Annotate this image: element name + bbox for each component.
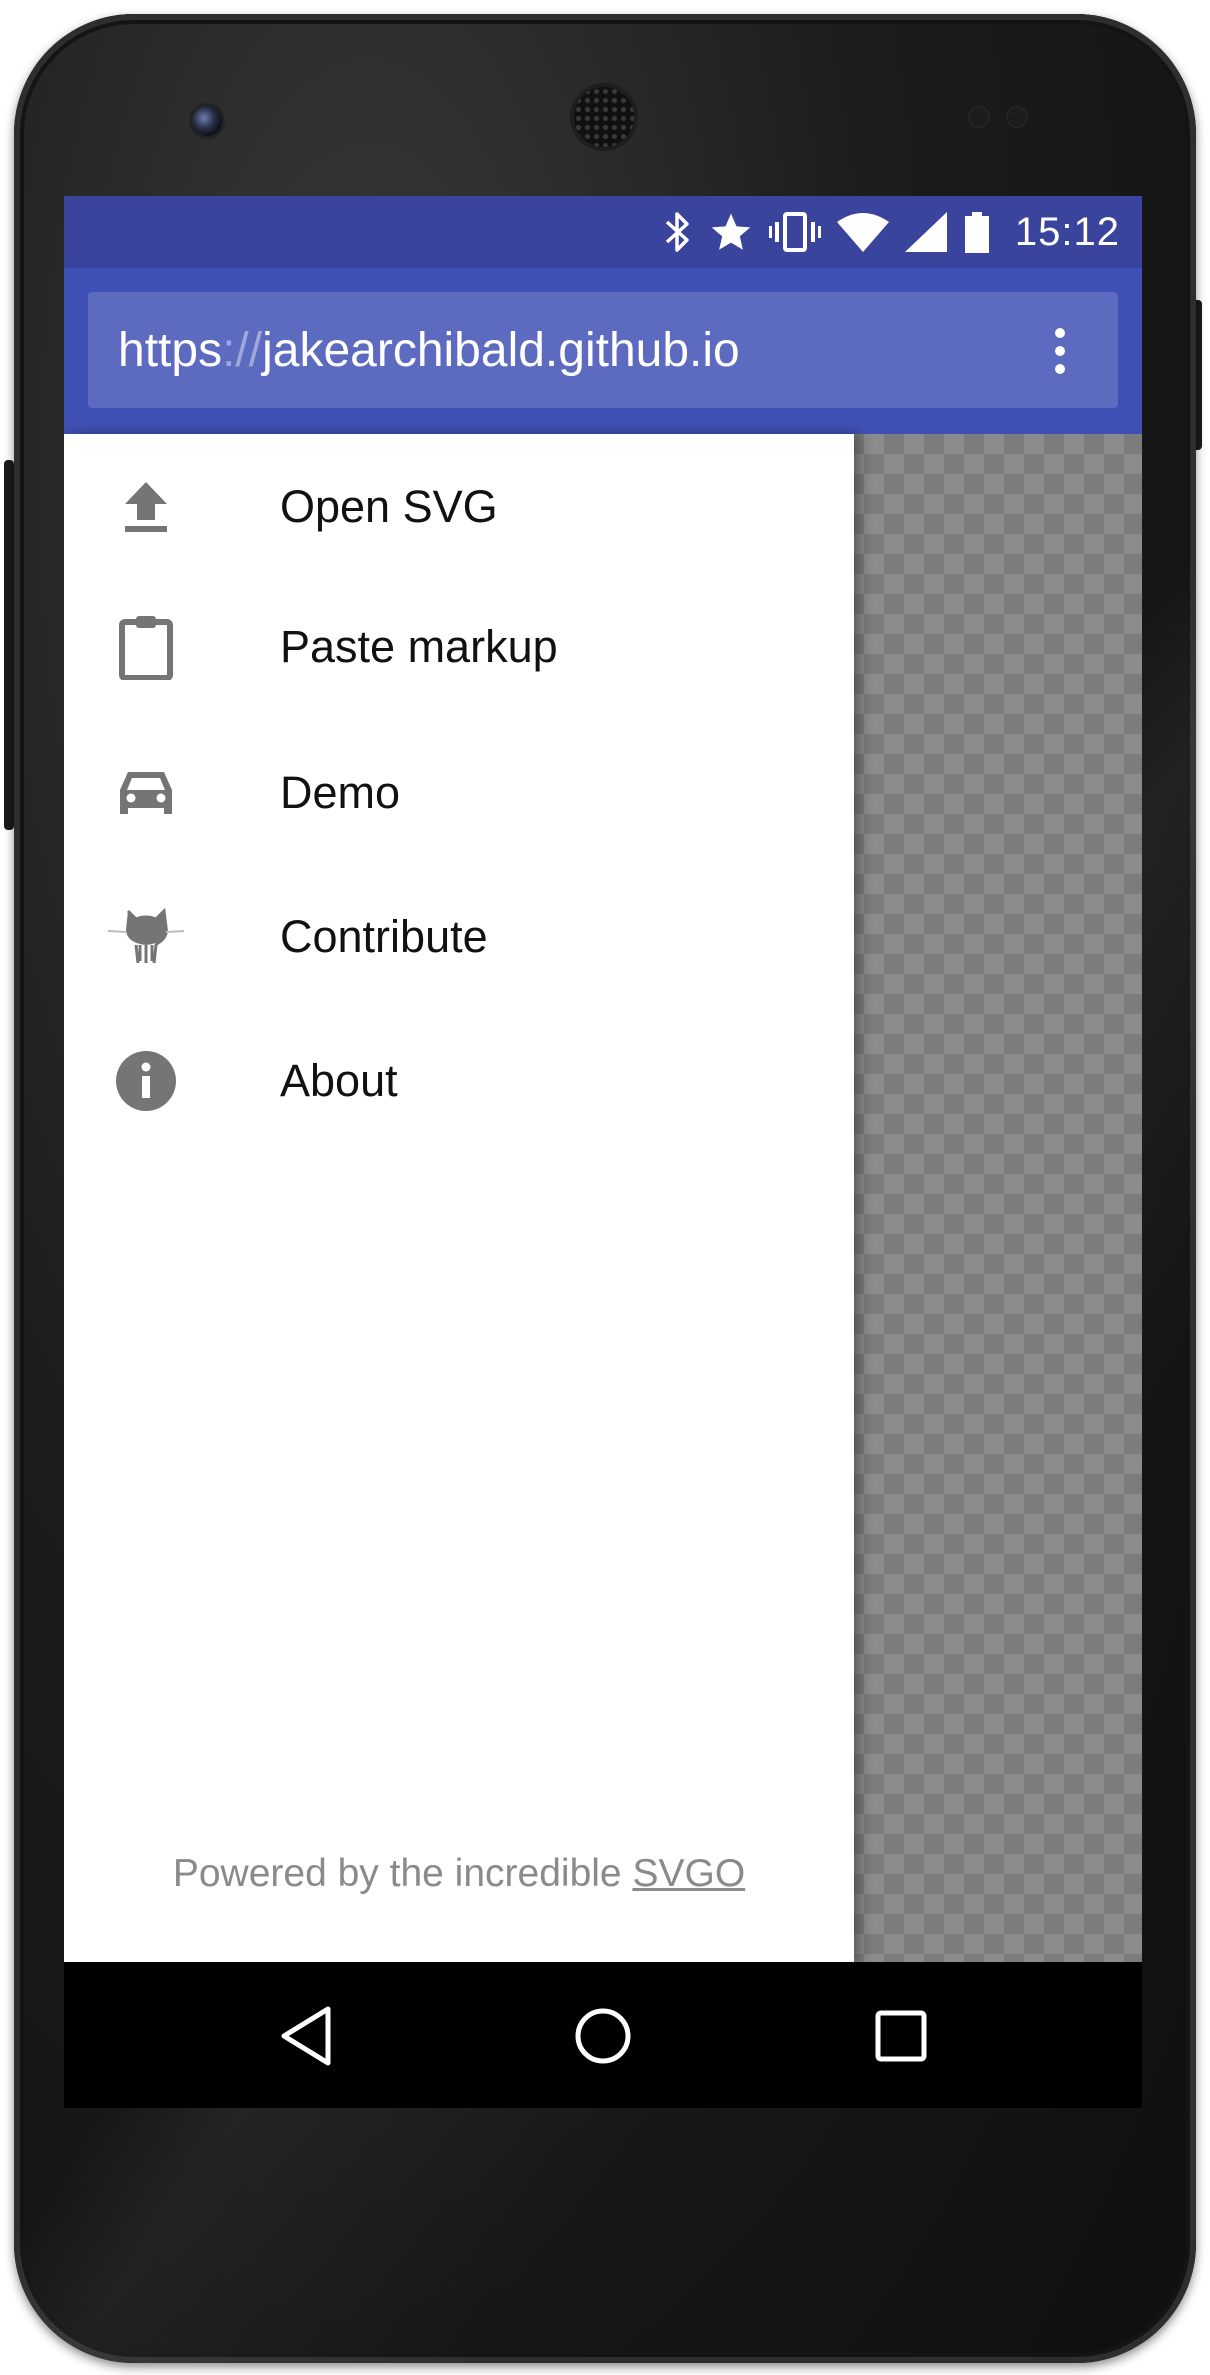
phone-screen: 15:12 https://jakearchibald.github.io Op…: [64, 196, 1142, 2108]
menu-label: About: [280, 1055, 398, 1106]
clipboard-icon: [114, 615, 178, 680]
earpiece-speaker: [574, 87, 634, 147]
info-icon: [114, 1049, 178, 1113]
footer-text: Powered by the incredible: [172, 1852, 633, 1895]
menu-item-open-svg[interactable]: Open SVG: [64, 452, 854, 562]
menu-label: Paste markup: [280, 621, 558, 672]
url-scheme: https: [118, 323, 223, 377]
menu-item-about[interactable]: About: [64, 1026, 854, 1136]
svgo-link[interactable]: SVGO: [632, 1852, 745, 1895]
overflow-menu-icon[interactable]: [1052, 328, 1068, 374]
light-sensor: [1008, 108, 1026, 126]
front-camera: [192, 106, 222, 136]
status-time: 15:12: [1014, 209, 1120, 254]
menu-item-paste-markup[interactable]: Paste markup: [64, 592, 854, 702]
drawer-footer: Powered by the incredible SVGO: [64, 1852, 854, 1896]
star-icon: [711, 213, 751, 250]
navigation-drawer: Open SVG Paste markup Demo Contribute Ab…: [64, 434, 854, 1962]
proximity-sensor: [970, 108, 988, 126]
battery-icon: [964, 212, 989, 253]
url-host: jakearchibald.github.io: [262, 323, 740, 377]
browser-toolbar: https://jakearchibald.github.io: [64, 268, 1142, 434]
menu-label: Contribute: [280, 911, 488, 962]
svg-canvas-background: Open SVG Paste markup Demo Contribute Ab…: [64, 434, 1142, 1962]
address-bar[interactable]: https://jakearchibald.github.io: [88, 292, 1118, 408]
menu-label: Open SVG: [280, 481, 498, 532]
status-bar: 15:12: [64, 196, 1142, 268]
bluetooth-icon: [665, 212, 689, 252]
menu-item-contribute[interactable]: Contribute: [64, 882, 854, 992]
menu-item-demo[interactable]: Demo: [64, 738, 854, 848]
url-text[interactable]: https://jakearchibald.github.io: [118, 323, 740, 378]
car-icon: [114, 761, 178, 825]
cell-signal-icon: [904, 212, 947, 252]
back-triangle-icon[interactable]: [276, 2005, 338, 2067]
home-circle-icon[interactable]: [572, 2005, 634, 2067]
upload-icon: [114, 475, 178, 539]
vibrate-icon: [768, 212, 821, 252]
android-nav-bar: [64, 1962, 1142, 2108]
wifi-icon: [836, 213, 889, 252]
status-icons: 15:12: [663, 196, 1120, 268]
github-octocat-icon: [108, 905, 184, 969]
url-separator: ://: [222, 323, 263, 377]
volume-button: [4, 460, 14, 830]
recents-square-icon[interactable]: [870, 2005, 932, 2067]
menu-label: Demo: [280, 767, 401, 818]
